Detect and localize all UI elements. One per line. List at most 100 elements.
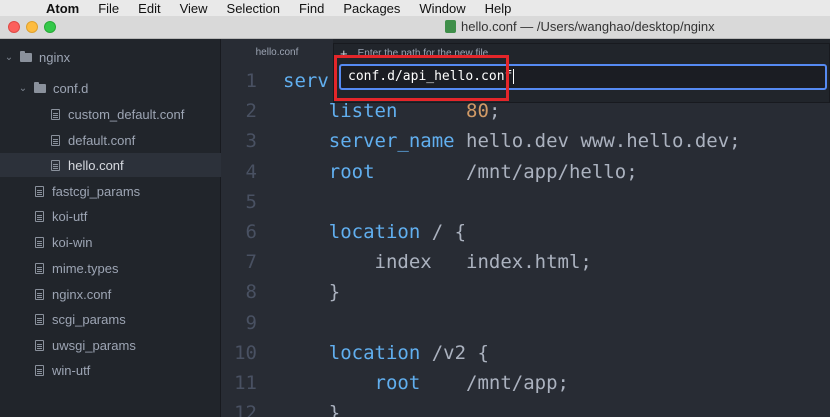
menu-find[interactable]: Find [299, 1, 324, 16]
code-keyword: location [328, 341, 421, 364]
tree-folder-label: conf.d [53, 80, 89, 96]
zoom-window-button[interactable] [44, 21, 56, 33]
code-text: /mnt/app/hello; [374, 160, 638, 183]
tree-file-label: nginx.conf [52, 286, 112, 302]
folder-icon [34, 81, 46, 93]
tree-file[interactable]: koi-utf [0, 204, 255, 228]
code-keyword: root [374, 372, 421, 394]
menu-packages[interactable]: Packages [343, 1, 400, 16]
tree-file[interactable]: mime.types [0, 256, 255, 280]
line-number: 12 [234, 402, 257, 417]
line-number: 1 [245, 70, 257, 92]
file-icon [35, 262, 44, 274]
line-number: 8 [245, 281, 257, 304]
code-text: hello.dev www.hello.dev; [454, 130, 741, 153]
line-number: 4 [245, 160, 257, 183]
tree-file-label: win-utf [52, 362, 91, 378]
code-keyword: location [328, 221, 421, 243]
file-icon [35, 185, 44, 197]
tree-file-label: default.conf [68, 132, 136, 148]
code-line[interactable]: 11 root /mnt/app; [221, 368, 830, 398]
code-keyword: listen [328, 100, 398, 123]
file-icon [51, 108, 60, 120]
menu-selection[interactable]: Selection [227, 1, 280, 16]
window-title: hello.conf — /Users/wanghao/desktop/ngin… [445, 19, 715, 34]
tree-file[interactable]: scgi_params [0, 307, 255, 331]
code-text: index index.html; [283, 251, 592, 274]
tree-folder-root[interactable]: ⌄ nginx [0, 45, 224, 69]
code-text: / { [420, 221, 467, 243]
file-icon [35, 210, 44, 222]
file-icon [35, 236, 44, 248]
close-window-button[interactable] [8, 21, 20, 33]
tree-file[interactable]: win-utf [0, 358, 255, 382]
code-line[interactable]: 4 root /mnt/app/hello; [221, 157, 830, 187]
tree-folder-label: nginx [39, 49, 71, 65]
line-number: 11 [234, 372, 257, 394]
line-number: 2 [245, 100, 257, 123]
tree-file-label: koi-utf [52, 208, 88, 224]
tree-folder-conf-d[interactable]: ⌄ conf.d [0, 76, 238, 100]
tree-view: ⌄ nginx ⌄ conf.d custom_default.conf def… [0, 39, 271, 417]
menu-atom[interactable]: Atom [46, 1, 79, 16]
window-title-text: hello.conf — /Users/wanghao/desktop/ngin… [461, 19, 715, 34]
tab-hello-conf[interactable]: hello.conf [221, 39, 333, 66]
line-number: 5 [245, 190, 257, 213]
line-number: 10 [234, 341, 257, 364]
tree-file-label: scgi_params [52, 311, 126, 327]
line-number: 3 [245, 130, 257, 153]
file-icon [35, 313, 44, 325]
tree-file[interactable]: fastcgi_params [0, 179, 255, 203]
text-caret [513, 69, 515, 84]
line-number: 7 [245, 251, 257, 274]
file-icon [35, 288, 44, 300]
code-text: /mnt/app; [420, 372, 569, 394]
chevron-down-icon: ⌄ [4, 51, 14, 63]
code-line[interactable]: 10 location /v2 { [221, 338, 830, 368]
menu-view[interactable]: View [180, 1, 208, 16]
folder-icon [20, 50, 32, 62]
code-text: /v2 { [420, 341, 489, 364]
file-icon [35, 339, 44, 351]
tree-file-label: fastcgi_params [52, 183, 141, 199]
file-icon [51, 134, 60, 146]
code-line[interactable]: 6 location / { [221, 217, 830, 247]
file-icon [35, 364, 44, 376]
tree-file[interactable]: koi-win [0, 230, 255, 254]
code-text: ; [488, 100, 501, 123]
menu-edit[interactable]: Edit [138, 1, 160, 16]
tree-file[interactable]: uwsgi_params [0, 333, 255, 357]
code-line[interactable]: 12 } [221, 398, 830, 417]
file-icon [51, 159, 60, 171]
code-line[interactable]: 5 [221, 187, 830, 217]
minimize-window-button[interactable] [26, 21, 38, 33]
code-line[interactable]: 3 server_name hello.dev www.hello.dev; [221, 126, 830, 156]
code-line[interactable]: 8 } [221, 277, 830, 307]
menu-bar: Atom File Edit View Selection Find Packa… [0, 0, 830, 16]
menu-file[interactable]: File [98, 1, 119, 16]
title-bar: hello.conf — /Users/wanghao/desktop/ngin… [0, 16, 830, 39]
document-icon [445, 20, 456, 33]
line-number: 9 [245, 311, 257, 334]
code-text: } [283, 402, 341, 417]
menu-help[interactable]: Help [485, 1, 512, 16]
tree-file[interactable]: nginx.conf [0, 282, 255, 306]
code-keyword: serv [283, 70, 329, 92]
code-text: } [283, 281, 341, 304]
menu-window[interactable]: Window [419, 1, 465, 16]
tree-file-label: custom_default.conf [68, 106, 185, 122]
code-line[interactable]: 9 [221, 308, 830, 338]
tree-file-label: koi-win [52, 234, 93, 250]
line-number: 6 [245, 221, 257, 243]
code-number: 80 [466, 100, 489, 123]
tree-file-label: mime.types [52, 260, 119, 276]
code-line[interactable]: 7 index index.html; [221, 247, 830, 277]
tree-file-label: hello.conf [68, 157, 124, 173]
